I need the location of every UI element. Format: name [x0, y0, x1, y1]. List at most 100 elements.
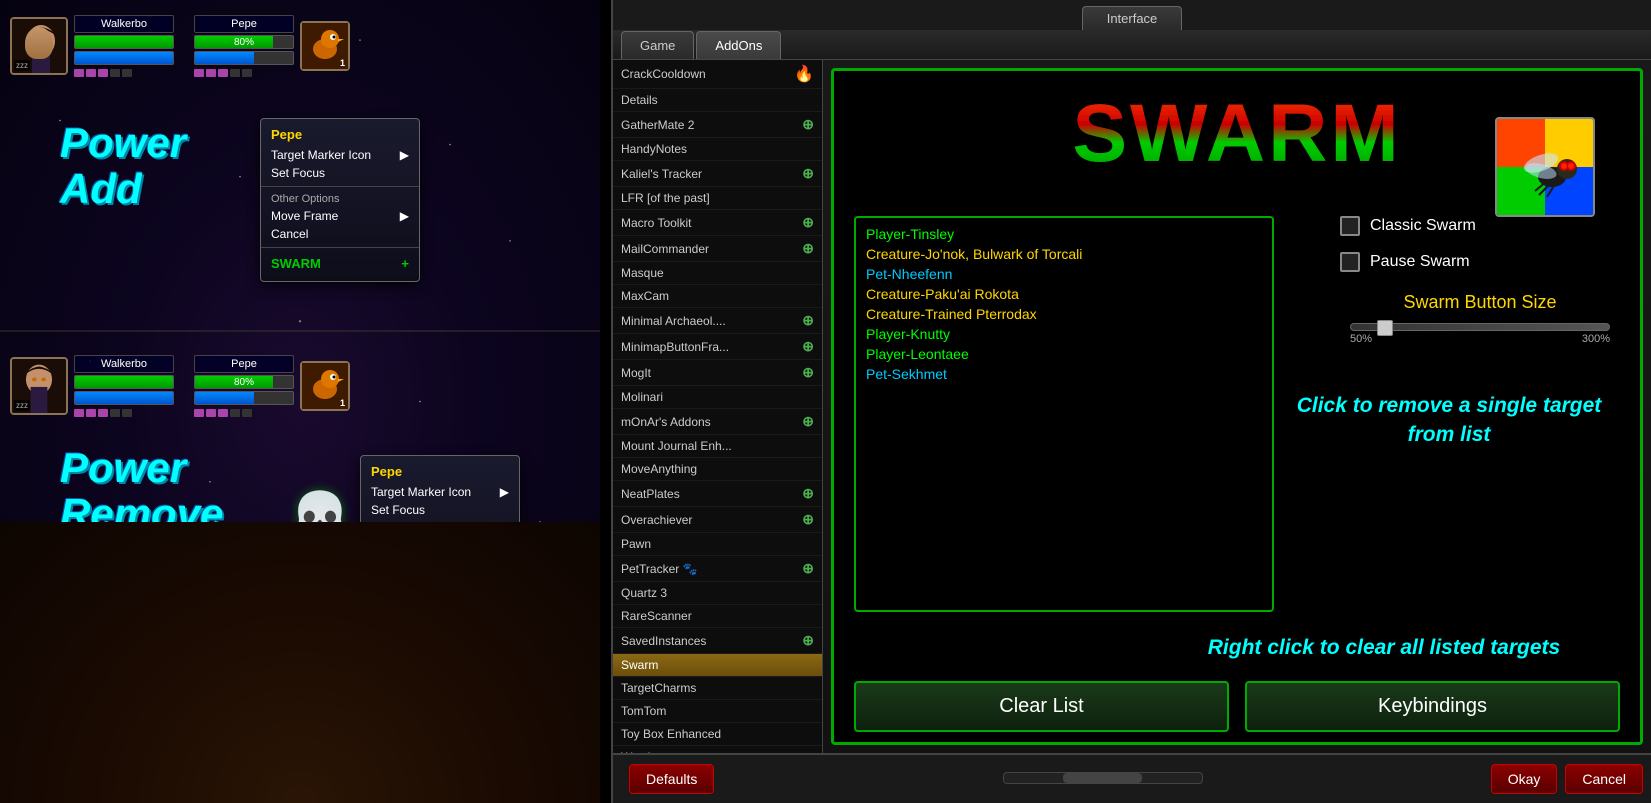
addon-name-handynotes: HandyNotes — [621, 142, 687, 156]
target-item-creature-jonok[interactable]: Creature-Jo'nok, Bulwark of Torcali — [862, 244, 1266, 264]
mana-fill-walkerbo — [75, 52, 173, 64]
addon-item-monar[interactable]: mOnAr's Addons ⊕ — [613, 409, 822, 435]
slider-thumb[interactable] — [1377, 320, 1393, 336]
fly-mascot — [1495, 117, 1595, 217]
horizontal-scrollbar-thumb[interactable] — [1063, 773, 1142, 783]
addon-item-tomtom[interactable]: TomTom — [613, 700, 822, 723]
pause-swarm-checkbox[interactable] — [1340, 252, 1360, 272]
power-add-label: Power Add — [60, 120, 186, 212]
target-item-creature-pakuai[interactable]: Creature-Paku'ai Rokota — [862, 284, 1266, 304]
context-menu-move-frame-bottom[interactable]: Move Frame ▶ — [361, 544, 519, 562]
resource-bar-p2-3 — [218, 69, 228, 77]
addon-item-maxcam[interactable]: MaxCam — [613, 285, 822, 308]
rb-pepe-bottom-4 — [230, 409, 240, 417]
set-focus-label-bottom: Set Focus — [371, 503, 425, 517]
addon-item-mountjournal[interactable]: Mount Journal Enh... — [613, 435, 822, 458]
addon-name-mountjournal: Mount Journal Enh... — [621, 439, 732, 453]
classic-swarm-checkbox[interactable] — [1340, 216, 1360, 236]
target-item-creature-pterrodax[interactable]: Creature-Trained Pterrodax — [862, 304, 1266, 324]
pause-swarm-row: Pause Swarm — [1340, 252, 1620, 272]
addon-item-molinari[interactable]: Molinari — [613, 386, 822, 409]
target-item-pet-nheefenn[interactable]: Pet-Nheefenn — [862, 264, 1266, 284]
addon-item-neatplates[interactable]: NeatPlates ⊕ — [613, 481, 822, 507]
addon-item-minimal-archaeol[interactable]: Minimal Archaeol.... ⊕ — [613, 308, 822, 334]
addon-item-crackcooldown[interactable]: CrackCooldown 🔥 — [613, 60, 822, 89]
zzz-badge-walkerbo: zzz — [14, 60, 30, 71]
target-item-pet-sekhmet[interactable]: Pet-Sekhmet — [862, 364, 1266, 384]
health-text-pepe: 80% — [195, 36, 293, 49]
okay-button[interactable]: Okay — [1491, 764, 1558, 794]
addon-item-mailcommander[interactable]: MailCommander ⊕ — [613, 236, 822, 262]
context-menu-target-marker-bottom[interactable]: Target Marker Icon ▶ — [361, 483, 519, 501]
addon-item-lfr[interactable]: LFR [of the past] — [613, 187, 822, 210]
addon-item-pawn[interactable]: Pawn — [613, 533, 822, 556]
addon-name-masque: Masque — [621, 266, 664, 280]
addon-item-overachiever[interactable]: Overachiever ⊕ — [613, 507, 822, 533]
classic-swarm-row: Classic Swarm — [1340, 216, 1620, 236]
cancel-button[interactable]: Cancel — [1565, 764, 1643, 794]
game-background: zzz Walkerbo — [0, 0, 600, 803]
pause-swarm-label: Pause Swarm — [1370, 253, 1470, 271]
context-menu-move-frame-top[interactable]: Move Frame ▶ — [261, 207, 419, 225]
health-bar-walkerbo-bottom — [74, 375, 174, 389]
context-menu-swarm-remove[interactable]: SWARM ✕ — [361, 589, 519, 613]
addon-name-toybox: Toy Box Enhanced — [621, 727, 721, 741]
addon-item-mogit[interactable]: MogIt ⊕ — [613, 360, 822, 386]
target-item-player-knutty[interactable]: Player-Knutty — [862, 324, 1266, 344]
rb-pepe-bottom-2 — [206, 409, 216, 417]
swarm-label-top: SWARM — [271, 256, 321, 271]
addon-item-toybox[interactable]: Toy Box Enhanced — [613, 723, 822, 746]
keybindings-button[interactable]: Keybindings — [1245, 681, 1620, 732]
context-menu-swarm-add[interactable]: SWARM + — [261, 252, 419, 275]
main-panel: Interface Game AddOns CrackCooldown 🔥 De… — [611, 0, 1651, 803]
power-remove-text1: Power — [60, 445, 223, 491]
slider-track[interactable] — [1350, 323, 1610, 331]
addon-item-masque[interactable]: Masque — [613, 262, 822, 285]
tab-interface[interactable]: Interface — [1082, 6, 1183, 30]
addon-name-pawn: Pawn — [621, 537, 651, 551]
resource-bar-5 — [122, 69, 132, 77]
addon-item-targetcharms[interactable]: TargetCharms — [613, 677, 822, 700]
addon-item-savedinstances[interactable]: SavedInstances ⊕ — [613, 628, 822, 654]
addon-name-monar: mOnAr's Addons — [621, 415, 711, 429]
context-menu-target-marker-top[interactable]: Target Marker Icon ▶ — [261, 146, 419, 164]
addon-item-moveanything[interactable]: MoveAnything — [613, 458, 822, 481]
neatplates-plus: ⊕ — [802, 485, 814, 502]
interface-tab-area: Interface — [613, 0, 1651, 30]
addon-name-crackcooldown: CrackCooldown — [621, 67, 706, 81]
addon-item-gathermate2[interactable]: GatherMate 2 ⊕ — [613, 112, 822, 138]
zzz-badge-walkerbo-bottom: zzz — [14, 400, 30, 411]
context-menu-set-focus-bottom[interactable]: Set Focus — [361, 501, 519, 519]
addon-item-minimapbutton[interactable]: MinimapButtonFra... ⊕ — [613, 334, 822, 360]
bottom-center-area — [714, 772, 1490, 787]
addon-item-rarescanner[interactable]: RareScanner — [613, 605, 822, 628]
resource-bar-4 — [110, 69, 120, 77]
target-list[interactable]: Player-Tinsley Creature-Jo'nok, Bulwark … — [854, 216, 1274, 612]
context-menu-cancel-top[interactable]: Cancel — [261, 225, 419, 243]
addon-item-quartz[interactable]: Quartz 3 — [613, 582, 822, 605]
addon-item-pettracker[interactable]: PetTracker 🐾 ⊕ — [613, 556, 822, 582]
separator-bottom-1 — [361, 523, 519, 524]
tab-addons[interactable]: AddOns — [696, 31, 781, 59]
health-bar-pepe: 80% — [194, 35, 294, 49]
game-addons-tab-bar: Game AddOns — [613, 30, 1651, 60]
target-item-player-leontaee[interactable]: Player-Leontaee — [862, 344, 1266, 364]
clear-list-button[interactable]: Clear List — [854, 681, 1229, 732]
target-item-player-tinsley[interactable]: Player-Tinsley — [862, 224, 1266, 244]
addon-list: CrackCooldown 🔥 Details GatherMate 2 ⊕ H… — [613, 60, 823, 753]
addon-item-handynotes[interactable]: HandyNotes — [613, 138, 822, 161]
addon-item-details[interactable]: Details — [613, 89, 822, 112]
addon-item-wowlu[interactable]: WowLu... — [613, 746, 822, 753]
addon-item-macro[interactable]: Macro Toolkit ⊕ — [613, 210, 822, 236]
addon-item-swarm[interactable]: Swarm — [613, 654, 822, 677]
mana-fill-walkerbo-bottom — [75, 392, 173, 404]
minimal-plus: ⊕ — [802, 312, 814, 329]
addon-item-kaliel[interactable]: Kaliel's Tracker ⊕ — [613, 161, 822, 187]
defaults-button[interactable]: Defaults — [629, 764, 714, 794]
tab-game[interactable]: Game — [621, 31, 694, 59]
context-menu-set-focus-top[interactable]: Set Focus — [261, 164, 419, 182]
swarm-panel: SWARM Player-Tinsley Creature-Jo'nok, Bu… — [831, 68, 1643, 745]
gathermate2-plus: ⊕ — [802, 116, 814, 133]
addon-name-molinari: Molinari — [621, 390, 663, 404]
context-menu-cancel-bottom[interactable]: Cancel — [361, 562, 519, 580]
